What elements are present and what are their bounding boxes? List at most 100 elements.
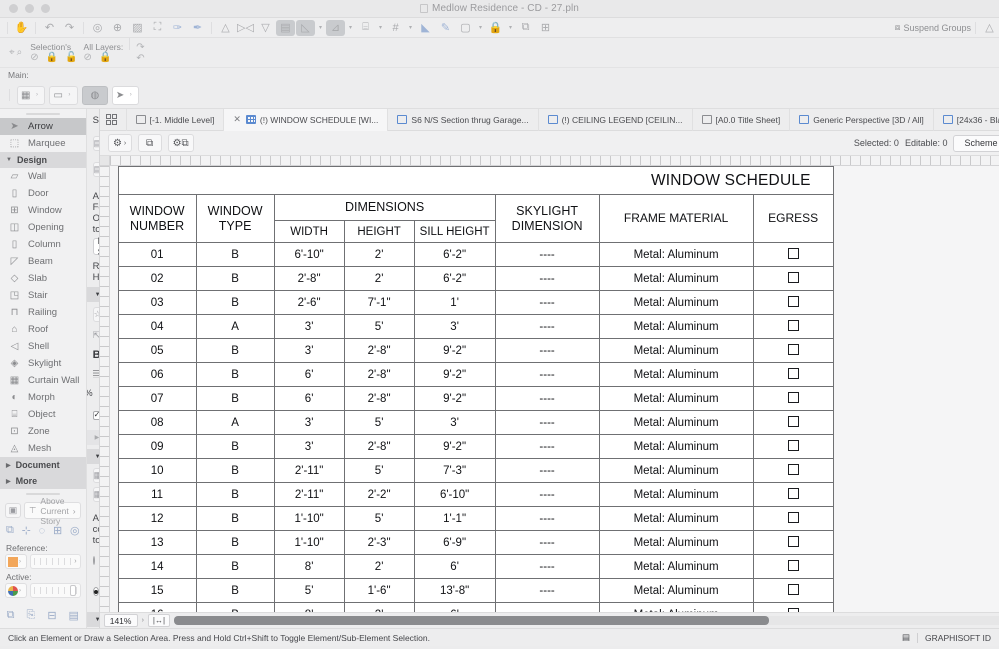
table-cell[interactable]: ---- bbox=[494, 266, 600, 291]
table-row[interactable]: 09 B 3' 2'-8" 9'-2" ---- Metal: Aluminum bbox=[117, 434, 834, 459]
background-section[interactable]: ▼ Background bbox=[86, 449, 99, 464]
hand-icon[interactable]: ✋ bbox=[12, 20, 31, 36]
egress-checkbox[interactable] bbox=[787, 535, 799, 547]
table-cell[interactable]: 6' bbox=[273, 386, 345, 411]
table-cell[interactable]: 3' bbox=[413, 314, 496, 339]
sidebar-item-skylight[interactable]: ◈ Skylight bbox=[0, 355, 86, 372]
table-row[interactable]: 14 B 8' 2' 6' ---- Metal: Aluminum bbox=[117, 554, 834, 579]
window-schedule-table[interactable]: WINDOW SCHEDULE WINDOW NUMBER WINDOW TYPE DIM… bbox=[117, 166, 834, 612]
pen-icon[interactable]: ✎ bbox=[436, 20, 455, 36]
toolbox-group-more[interactable]: ▶ More bbox=[0, 473, 86, 489]
hide-selection-icon[interactable]: ⊘ bbox=[30, 52, 38, 63]
sidebar-item-stair[interactable]: ◳ Stair bbox=[0, 287, 86, 304]
sidebar-item-mesh[interactable]: ◬ Mesh bbox=[0, 440, 86, 457]
table-cell[interactable]: ---- bbox=[494, 386, 600, 411]
layer-icon[interactable]: ⊿ bbox=[326, 19, 345, 36]
table-cell[interactable]: ---- bbox=[494, 482, 600, 507]
table-cell[interactable]: 1' bbox=[413, 290, 496, 315]
table-cell[interactable]: ---- bbox=[494, 410, 600, 435]
table-cell[interactable]: ---- bbox=[494, 602, 600, 612]
unlock-selection-icon[interactable]: 🔓 bbox=[65, 52, 77, 63]
table-cell[interactable]: 5' bbox=[343, 458, 415, 483]
egress-checkbox[interactable] bbox=[787, 319, 799, 331]
table-cell[interactable]: Metal: Aluminum bbox=[598, 434, 754, 459]
table-cell[interactable]: 9'-2" bbox=[413, 362, 496, 387]
bold-button[interactable]: B bbox=[93, 349, 99, 361]
lock-selection-icon[interactable]: 🔒 bbox=[46, 52, 58, 63]
table-cell[interactable]: Metal: Aluminum bbox=[598, 314, 754, 339]
sidebar-item-morph[interactable]: ◐ Morph bbox=[0, 389, 86, 406]
egress-checkbox[interactable] bbox=[787, 463, 799, 475]
egress-checkbox[interactable] bbox=[787, 271, 799, 283]
table-row[interactable]: 12 B 1'-10" 5' 1'-1" ---- Metal: Aluminum bbox=[117, 506, 834, 531]
table-cell[interactable]: B bbox=[195, 362, 275, 387]
table-cell[interactable]: Metal: Aluminum bbox=[598, 290, 754, 315]
table-cell[interactable]: 1'-10" bbox=[273, 530, 345, 555]
table-cell[interactable]: Metal: Aluminum bbox=[598, 410, 754, 435]
table-cell[interactable]: Metal: Aluminum bbox=[598, 458, 754, 483]
table-cell[interactable]: ---- bbox=[494, 434, 600, 459]
arrow-tool-button[interactable]: ➤ › bbox=[111, 85, 140, 105]
move-trace-icon[interactable]: ⊹ bbox=[22, 524, 31, 537]
copy-icon[interactable]: ⧉ bbox=[7, 609, 15, 622]
table-cell[interactable]: B bbox=[195, 338, 275, 363]
table-cell[interactable]: Metal: Aluminum bbox=[598, 602, 754, 612]
table-cell[interactable]: 6'-10" bbox=[413, 482, 496, 507]
table-row[interactable]: 15 B 5' 1'-6" 13'-8" ---- Metal: Aluminum bbox=[117, 578, 834, 603]
table-cell[interactable]: 15 bbox=[117, 578, 197, 603]
table-cell[interactable]: 5' bbox=[343, 506, 415, 531]
table-cell[interactable]: 3' bbox=[413, 410, 496, 435]
table-cell[interactable]: 6' bbox=[413, 602, 496, 612]
eyedropper-icon[interactable]: ✑ bbox=[168, 20, 187, 36]
sidebar-item-arrow[interactable]: ➤ Arrow bbox=[0, 118, 86, 135]
border-section[interactable]: ▼ Border bbox=[86, 612, 99, 627]
layer-redo-icon[interactable]: ↷ bbox=[136, 42, 144, 53]
surface-icon[interactable]: ◺ bbox=[296, 19, 315, 36]
favorites-icon[interactable]: ☆› bbox=[92, 307, 99, 322]
table-cell[interactable]: 1'-6" bbox=[343, 578, 415, 603]
egress-cell[interactable] bbox=[752, 338, 834, 363]
zoom-detail-icon[interactable]: ◎ bbox=[88, 20, 107, 36]
tab-overview-icon[interactable] bbox=[105, 114, 119, 125]
table-cell[interactable]: 1'-10" bbox=[273, 506, 345, 531]
table-cell[interactable]: Metal: Aluminum bbox=[598, 530, 754, 555]
model-view-button[interactable]: ▭ › bbox=[49, 85, 78, 105]
table-cell[interactable]: 6'-2" bbox=[413, 242, 496, 267]
table-cell[interactable]: 2' bbox=[343, 602, 415, 612]
table-cell[interactable]: 1'-1" bbox=[413, 506, 496, 531]
egress-checkbox[interactable] bbox=[787, 559, 799, 571]
table-cell[interactable]: 7'-1" bbox=[343, 290, 415, 315]
table-cell[interactable]: Metal: Aluminum bbox=[598, 338, 754, 363]
table-cell[interactable]: Metal: Aluminum bbox=[598, 482, 754, 507]
egress-cell[interactable] bbox=[752, 242, 834, 267]
table-cell[interactable]: B bbox=[195, 578, 275, 603]
fill-pattern-icon[interactable]: ▤ bbox=[276, 19, 295, 36]
table-cell[interactable]: B bbox=[195, 266, 275, 291]
table-cell[interactable]: 2'-8" bbox=[343, 434, 415, 459]
table-cell[interactable]: 2' bbox=[343, 242, 415, 267]
sidebar-item-railing[interactable]: ⊓ Railing bbox=[0, 304, 86, 321]
active-color-button[interactable]: › bbox=[5, 583, 27, 598]
building-material-icon[interactable]: ⌸ bbox=[356, 20, 375, 36]
table-cell[interactable]: 12 bbox=[117, 506, 197, 531]
table-row[interactable]: 07 B 6' 2'-8" 9'-2" ---- Metal: Aluminum bbox=[117, 386, 834, 411]
table-cell[interactable]: 2' bbox=[343, 554, 415, 579]
table-cell[interactable]: ---- bbox=[494, 362, 600, 387]
layers-icon[interactable]: ▤ bbox=[69, 609, 79, 622]
egress-checkbox[interactable] bbox=[787, 511, 799, 523]
egress-checkbox[interactable] bbox=[787, 487, 799, 499]
split-icon[interactable]: ⊟ bbox=[47, 609, 56, 622]
table-cell[interactable]: 2'-8" bbox=[343, 338, 415, 363]
egress-checkbox[interactable] bbox=[787, 391, 799, 403]
layer-undo-icon[interactable]: ↶ bbox=[136, 53, 144, 64]
table-cell[interactable]: ---- bbox=[494, 458, 600, 483]
table-cell[interactable]: ---- bbox=[494, 338, 600, 363]
undo-icon[interactable]: ↶ bbox=[40, 20, 59, 36]
egress-cell[interactable] bbox=[752, 362, 834, 387]
suspend-groups-button[interactable]: ⧈ Suspend Groups bbox=[895, 22, 971, 33]
rotate-trace-icon[interactable]: ◌ bbox=[39, 525, 46, 537]
display-output-radio[interactable] bbox=[92, 587, 99, 596]
egress-checkbox[interactable] bbox=[787, 583, 799, 595]
table-row[interactable]: 08 A 3' 5' 3' ---- Metal: Aluminum bbox=[117, 410, 834, 435]
table-cell[interactable]: 6'-10" bbox=[273, 242, 345, 267]
